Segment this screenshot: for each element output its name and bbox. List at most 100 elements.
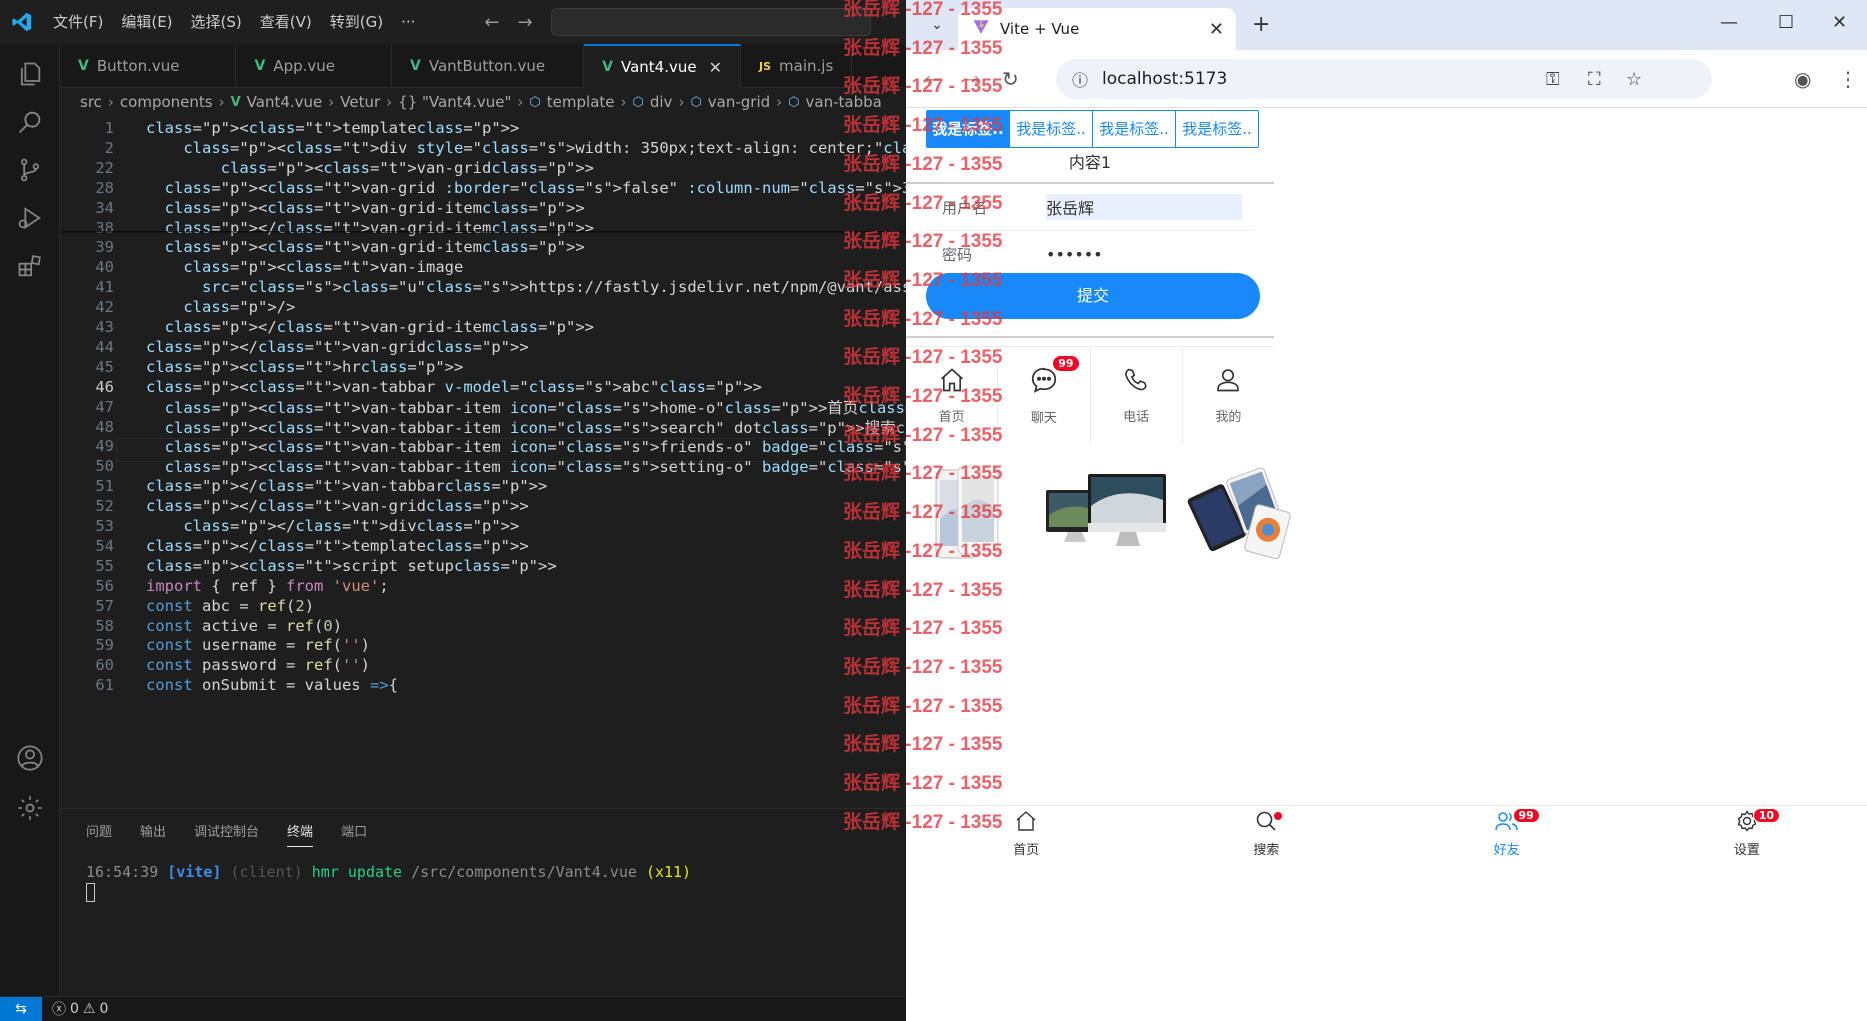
- settings-gear-icon[interactable]: [12, 790, 48, 826]
- run-debug-icon[interactable]: [12, 200, 48, 236]
- username-input[interactable]: 张岳辉: [1046, 194, 1242, 220]
- grid-label: 首页: [938, 410, 965, 425]
- menu-kebab-icon[interactable]: ⋮: [1838, 67, 1858, 91]
- code-text: class="p"><class="t">van-grid-itemclass=…: [164, 238, 585, 257]
- code-editor[interactable]: 1 class="p"><class="t">templateclass="p">…: [60, 116, 906, 808]
- source-control-icon[interactable]: [12, 152, 48, 188]
- chevron-right-icon: ›: [386, 93, 393, 111]
- translate-icon[interactable]: ⛶: [1588, 69, 1601, 90]
- minimize-icon[interactable]: —: [1720, 12, 1738, 33]
- command-center-search[interactable]: [550, 8, 871, 36]
- window-close-icon[interactable]: ✕: [1832, 12, 1847, 33]
- menu-edit[interactable]: 编辑(E): [112, 0, 181, 44]
- menu-file[interactable]: 文件(F): [44, 0, 112, 44]
- breadcrumb-item[interactable]: src: [80, 93, 102, 111]
- terminal-cursor[interactable]: [86, 883, 95, 902]
- grid-item-mine[interactable]: 我的: [1183, 347, 1274, 444]
- password-key-icon[interactable]: ⚿: [1546, 69, 1560, 90]
- line-number: 46: [95, 377, 114, 396]
- breadcrumb-item[interactable]: van-tabba: [806, 93, 882, 111]
- van-tab-4[interactable]: 我是标签..: [1176, 111, 1258, 147]
- panel-tab-debug-console[interactable]: 调试控制台: [194, 821, 259, 847]
- tab-main-js[interactable]: JS main.js: [741, 44, 853, 88]
- maximize-icon[interactable]: ☐: [1778, 12, 1794, 33]
- remote-indicator-icon[interactable]: ⇆: [0, 996, 42, 1021]
- search-icon[interactable]: [12, 104, 48, 140]
- back-arrow-icon[interactable]: ←: [484, 12, 499, 33]
- reload-icon[interactable]: ↻: [1002, 67, 1019, 91]
- code-text: class="p"><class="t">hrclass="p">>: [146, 357, 464, 376]
- grid-item-phone[interactable]: 电话: [1091, 347, 1183, 444]
- grid-item-chat[interactable]: 99 聊天: [998, 347, 1091, 444]
- problems-indicator[interactable]: ⓧ 0 ⚠ 0: [52, 999, 108, 1019]
- forward-arrow-icon[interactable]: →: [964, 67, 981, 91]
- bookmark-star-icon[interactable]: ☆: [1626, 69, 1642, 90]
- breadcrumb-item[interactable]: div: [650, 93, 673, 111]
- menu-selection[interactable]: 选择(S): [182, 0, 251, 44]
- tabbar-item-friends[interactable]: 99 好友: [1387, 806, 1627, 861]
- menu-go[interactable]: 转到(G): [321, 0, 392, 44]
- forward-arrow-icon[interactable]: →: [517, 12, 532, 33]
- browser-window: ⌄ Vite + Vue ✕ + — ☐ ✕ ← → ↻ ⓘ localhost…: [906, 0, 1867, 1021]
- van-tab-3[interactable]: 我是标签..: [1093, 111, 1176, 147]
- van-tab-1[interactable]: 我是标签..: [927, 111, 1010, 147]
- line-number: 28: [95, 178, 114, 197]
- breadcrumb-item[interactable]: components: [120, 93, 213, 111]
- home-icon: [1014, 809, 1038, 837]
- grid-label: 我的: [1215, 410, 1242, 425]
- menu-view[interactable]: 查看(V): [251, 0, 321, 44]
- account-icon[interactable]: [12, 740, 48, 776]
- extensions-icon[interactable]: [12, 248, 48, 284]
- code-text: class="p"></class="t">templateclass="p">…: [146, 536, 529, 555]
- close-icon[interactable]: ✕: [709, 58, 722, 77]
- line-number: 47: [95, 397, 114, 416]
- code-text: class="p"></class="t">van-tabbarclass="p…: [146, 477, 548, 496]
- terminal-path: /src/components/Vant4.vue: [411, 863, 637, 881]
- vscode-logo-icon: [0, 0, 44, 44]
- code-text: class="p">/>: [183, 298, 296, 317]
- profile-icon[interactable]: ◉: [1794, 67, 1811, 91]
- tabbar-label: 设置: [1733, 843, 1760, 858]
- terminal-message: hmr update: [311, 863, 403, 881]
- code-text: const active = ref(0): [146, 616, 343, 635]
- van-image-grid: [916, 460, 1291, 572]
- breadcrumb-item[interactable]: Vant4.vue: [247, 93, 323, 111]
- breadcrumb-item[interactable]: Vetur: [340, 93, 380, 111]
- tab-search-chevron-icon[interactable]: ⌄: [924, 12, 950, 38]
- vue-file-icon: V: [410, 58, 421, 74]
- panel-tab-terminal[interactable]: 终端: [287, 821, 314, 847]
- van-tab-2[interactable]: 我是标签..: [1010, 111, 1093, 147]
- close-icon[interactable]: ✕: [1209, 19, 1224, 40]
- tab-app-vue[interactable]: V App.vue: [236, 44, 392, 88]
- tabbar-item-home[interactable]: 首页: [906, 806, 1146, 861]
- panel-tab-output[interactable]: 输出: [140, 821, 166, 847]
- tabbar-item-search[interactable]: 搜索: [1146, 806, 1386, 861]
- breadcrumb-item[interactable]: template: [547, 93, 615, 111]
- tabbar-item-setting[interactable]: 10 设置: [1627, 806, 1867, 861]
- explorer-icon[interactable]: [12, 56, 48, 92]
- browser-tab[interactable]: Vite + Vue ✕: [958, 8, 1236, 50]
- tab-vantbutton-vue[interactable]: V VantButton.vue: [392, 44, 585, 88]
- tab-label: App.vue: [273, 57, 335, 75]
- menu-more[interactable]: ···: [392, 0, 424, 44]
- submit-button[interactable]: 提交: [926, 273, 1260, 319]
- panel-tab-ports[interactable]: 端口: [341, 821, 367, 847]
- chevron-right-icon: ›: [328, 93, 335, 111]
- chevron-right-icon: ›: [776, 93, 783, 111]
- tab-label: VantButton.vue: [428, 57, 546, 75]
- site-info-icon[interactable]: ⓘ: [1072, 67, 1088, 91]
- panel-tab-problems[interactable]: 问题: [86, 821, 112, 847]
- title-bar: 文件(F) 编辑(E) 选择(S) 查看(V) 转到(G) ··· ← →: [0, 0, 906, 44]
- grid-item-home[interactable]: 首页: [906, 347, 999, 444]
- password-input[interactable]: ••••••: [1046, 241, 1242, 267]
- line-number: 54: [95, 536, 114, 555]
- address-bar[interactable]: ⓘ localhost:5173 ⚿ ⛶ ☆: [1056, 59, 1712, 99]
- new-tab-plus-icon[interactable]: +: [1252, 12, 1270, 37]
- tab-vant4-vue[interactable]: V Vant4.vue ✕: [584, 44, 742, 88]
- code-line[interactable]: 61 const onSubmit = values =>{: [60, 673, 906, 697]
- breadcrumb-item[interactable]: van-grid: [708, 93, 770, 111]
- back-arrow-icon[interactable]: ←: [924, 67, 941, 91]
- badge: 10: [1752, 808, 1781, 823]
- tab-button-vue[interactable]: V Button.vue: [60, 44, 237, 88]
- breadcrumb-item[interactable]: {} "Vant4.vue": [398, 93, 511, 111]
